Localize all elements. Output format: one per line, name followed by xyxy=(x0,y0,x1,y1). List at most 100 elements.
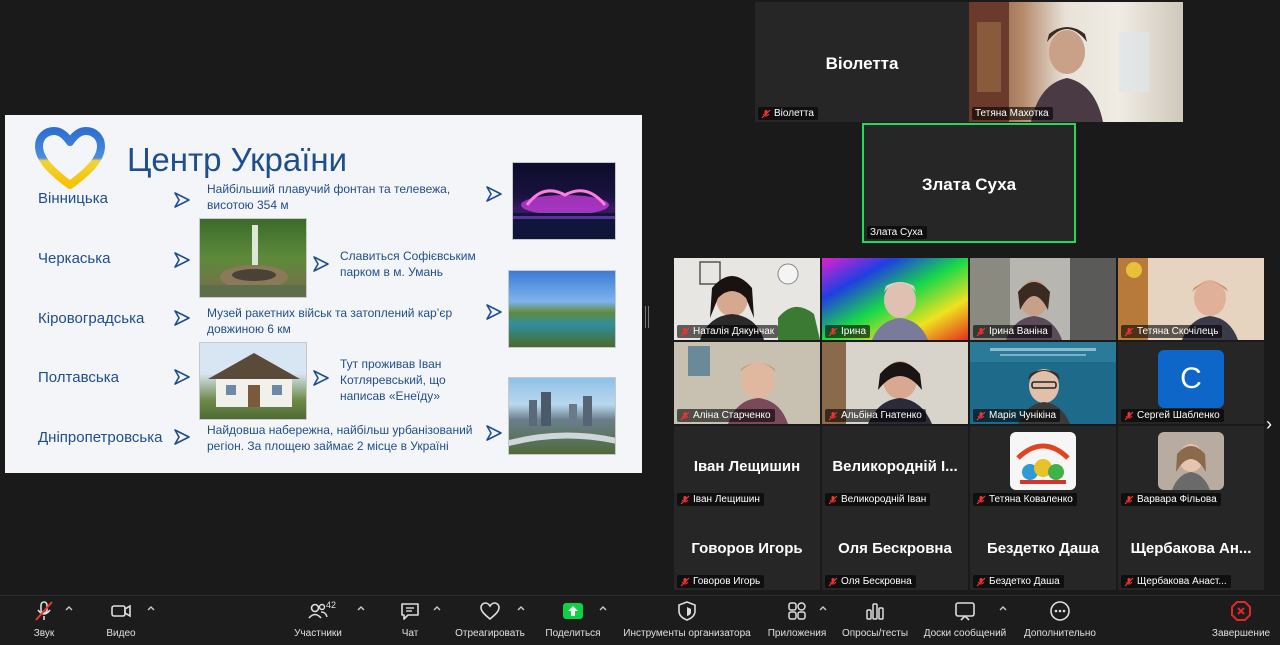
video-button[interactable]: Видео xyxy=(104,600,138,642)
gallery-next-page-chevron-icon[interactable]: › xyxy=(1262,412,1276,436)
slide-title: Центр України xyxy=(127,141,348,178)
arrow-icon xyxy=(313,370,329,386)
mic-off-icon xyxy=(976,495,986,504)
participants-count-badge: 42 xyxy=(326,600,337,610)
participant-big-name: Оля Бескровна xyxy=(838,540,952,557)
mic-off-icon xyxy=(828,411,838,420)
participant-name-tag: Наталія Дякунчак xyxy=(677,325,779,338)
arrow-icon xyxy=(174,310,190,326)
polls-button[interactable]: Опросы/тесты xyxy=(840,600,910,642)
arrow-icon xyxy=(174,369,190,385)
arrow-icon xyxy=(313,256,329,272)
mic-off-icon xyxy=(680,411,690,420)
participant-tile[interactable]: С Сергей Шабленко xyxy=(1118,342,1264,424)
participants-button[interactable]: 42 Участники xyxy=(292,600,344,642)
share-options-chevron-icon[interactable] xyxy=(598,604,608,614)
mic-off-icon xyxy=(680,495,690,504)
react-options-chevron-icon[interactable] xyxy=(516,604,526,614)
participant-name-tag: Бездетко Даша xyxy=(973,575,1064,588)
whiteboards-button[interactable]: Доски сообщений xyxy=(920,600,1010,642)
video-options-chevron-icon[interactable] xyxy=(146,604,156,614)
participant-tile[interactable]: Аліна Старченко xyxy=(674,342,820,424)
participant-tile-zlata-sukha-active-speaker[interactable]: Злата Суха Злата Суха xyxy=(862,123,1076,243)
apps-icon xyxy=(788,602,806,620)
participant-tile-violetta[interactable]: Віолетта Віолетта xyxy=(755,2,969,122)
split-view-divider[interactable] xyxy=(645,306,649,328)
end-x-icon xyxy=(1231,601,1251,621)
shared-presentation-slide: Центр України Вінницька Найбільший плаву… xyxy=(5,115,642,473)
participant-tile[interactable]: Тетяна Коваленко xyxy=(970,426,1116,508)
end-meeting-button[interactable]: Завершение xyxy=(1210,600,1272,642)
participant-big-name: Говоров Игорь xyxy=(691,540,803,557)
photo-fountain xyxy=(512,162,616,240)
more-dots-icon xyxy=(1050,601,1070,621)
participant-tile[interactable]: Ірина Ваніна xyxy=(970,258,1116,340)
mic-off-icon xyxy=(761,109,771,118)
video-camera-icon xyxy=(111,604,131,618)
participant-tile[interactable]: Оля Бескровна Оля Бескровна xyxy=(822,508,968,590)
meeting-controls-toolbar: Звук Видео 42 Участники Чат Отреагироват… xyxy=(0,595,1280,645)
participant-tile-tetiana-makhotka[interactable]: Тетяна Махотка xyxy=(969,2,1183,122)
participant-tile[interactable]: Іван Лещишин Іван Лещишин xyxy=(674,426,820,508)
more-button[interactable]: Дополнительно xyxy=(1020,600,1100,642)
region-label: Черкаська xyxy=(38,250,111,267)
participant-tile[interactable]: Марія Чунікіна xyxy=(970,342,1116,424)
apps-options-chevron-icon[interactable] xyxy=(818,604,828,614)
zoom-meeting-window: Центр України Вінницька Найбільший плаву… xyxy=(0,0,1280,645)
participant-tile[interactable]: Говоров Игорь Говоров Игорь xyxy=(674,508,820,590)
region-label: Дніпропетровська xyxy=(38,429,163,446)
participant-tile[interactable]: Ірина xyxy=(822,258,968,340)
arrow-icon xyxy=(174,252,190,268)
arrow-icon xyxy=(486,304,502,320)
participant-name-tag: Оля Бескровна xyxy=(825,575,916,588)
participant-name-tag: Говоров Игорь xyxy=(677,575,765,588)
participant-video xyxy=(969,2,1149,122)
participants-options-chevron-icon[interactable] xyxy=(356,604,366,614)
participant-name-tag: Віолетта xyxy=(758,107,818,120)
shield-icon xyxy=(678,601,696,621)
mic-off-icon xyxy=(1124,327,1134,336)
whiteboards-options-chevron-icon[interactable] xyxy=(998,604,1008,614)
participant-tile[interactable]: Варвара Фільова xyxy=(1118,426,1264,508)
mic-off-icon xyxy=(828,327,838,336)
arrow-icon xyxy=(174,192,190,208)
participant-gallery: Наталія Дякунчак Ірина Ірина Ваніна Тетя… xyxy=(674,258,1264,590)
mic-off-icon xyxy=(828,577,838,586)
participant-tile[interactable]: Тетяна Скочілець xyxy=(1118,258,1264,340)
region-description: Найбільший плавучий фонтан та телевежа, … xyxy=(207,182,451,212)
participant-tile[interactable]: Щербакова Ан... Щербакова Анаст... xyxy=(1118,508,1264,590)
participant-photo xyxy=(1158,432,1224,490)
chat-bubble-icon xyxy=(401,603,419,620)
host-tools-button[interactable]: Инструменты организатора xyxy=(620,600,754,642)
photo-house xyxy=(199,342,307,420)
chat-button[interactable]: Чат xyxy=(398,600,422,642)
chat-options-chevron-icon[interactable] xyxy=(432,604,442,614)
arrow-icon xyxy=(486,186,502,202)
participant-big-name: Великородній І... xyxy=(832,458,958,475)
participant-name-tag: Марія Чунікіна xyxy=(973,409,1061,422)
participant-tile[interactable]: Бездетко Даша Бездетко Даша xyxy=(970,508,1116,590)
mute-button[interactable]: Звук xyxy=(28,600,60,642)
participant-tile[interactable]: Великородній І... Великородній Іван xyxy=(822,426,968,508)
participant-name-tag: Тетяна Скочілець xyxy=(1121,325,1223,338)
photo-city xyxy=(508,377,616,455)
share-screen-icon xyxy=(563,603,583,619)
participant-big-name: Щербакова Ан... xyxy=(1130,540,1252,557)
mic-off-icon xyxy=(1124,495,1134,504)
photo-quarry xyxy=(508,270,616,348)
mute-options-chevron-icon[interactable] xyxy=(64,604,74,614)
region-label: Вінницька xyxy=(38,190,108,207)
participant-name-tag: Щербакова Анаст... xyxy=(1121,575,1231,588)
mic-muted-icon xyxy=(35,601,53,621)
mic-off-icon xyxy=(680,327,690,336)
arrow-icon xyxy=(174,429,190,445)
participant-name-tag: Тетяна Коваленко xyxy=(973,493,1077,506)
participant-big-name: Віолетта xyxy=(825,54,899,73)
participant-tile[interactable]: Наталія Дякунчак xyxy=(674,258,820,340)
react-button[interactable]: Отреагировать xyxy=(455,600,525,642)
participant-tile[interactable]: Альбіна Гнатенко xyxy=(822,342,968,424)
photo-park xyxy=(199,218,307,298)
mic-off-icon xyxy=(828,495,838,504)
region-description: Славиться Софієвським парком в м. Умань xyxy=(340,249,476,279)
share-screen-button[interactable]: Поделиться xyxy=(545,600,601,642)
